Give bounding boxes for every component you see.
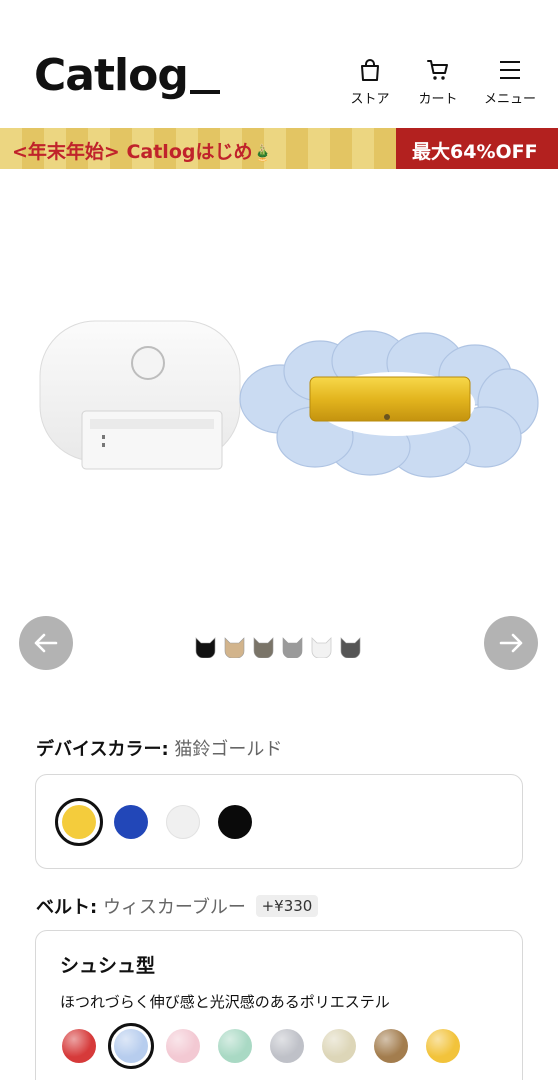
product-image <box>39 320 539 478</box>
device-color-swatch-3[interactable] <box>166 805 200 839</box>
belt-color-swatch-6[interactable] <box>322 1029 356 1063</box>
promo-banner[interactable]: <年末年始> Catlogはじめ🎍 最大64%OFF <box>0 128 558 169</box>
carousel-prev-button[interactable] <box>19 616 73 670</box>
store-button[interactable]: ストア <box>338 58 402 110</box>
belt-color-swatch-7[interactable] <box>374 1029 408 1063</box>
promo-text: <年末年始> Catlogはじめ🎍 <box>12 137 272 164</box>
logo-underscore <box>190 90 220 94</box>
device-color-label: デバイスカラー: <box>36 739 169 760</box>
cat-dot-3[interactable] <box>253 636 274 658</box>
cat-dot-6[interactable] <box>340 636 361 658</box>
belt-color-swatch-3[interactable] <box>166 1029 200 1063</box>
arrow-right-icon <box>499 633 523 653</box>
belt-value: ウィスカーブルー <box>102 897 246 918</box>
arrow-left-icon <box>34 633 58 653</box>
kadomatsu-icon: 🎍 <box>252 143 273 162</box>
belt-type-title: シュシュ型 <box>60 955 156 977</box>
promo-sale-text: 最大64%OFF <box>412 141 538 163</box>
belt-type-card[interactable]: シュシュ型 ほつれづらく伸び感と光沢感のあるポリエステル <box>35 930 523 1080</box>
cat-dot-5[interactable] <box>311 636 332 658</box>
belt-color-swatch-8[interactable] <box>426 1029 460 1063</box>
cat-dot-4[interactable] <box>282 636 303 658</box>
device-color-value: 猫鈴ゴールド <box>174 739 283 760</box>
promo-left-panel: <年末年始> Catlogはじめ🎍 <box>0 128 396 169</box>
belt-label: ベルト: <box>36 897 98 918</box>
product-gallery <box>0 169 558 679</box>
cart-icon <box>427 60 448 80</box>
store-label: ストア <box>350 92 390 107</box>
hamburger-menu-icon <box>500 61 520 79</box>
belt-color-swatch-4[interactable] <box>218 1029 252 1063</box>
device-color-card <box>35 774 523 869</box>
cart-button[interactable]: カート <box>406 58 470 110</box>
device-color-label-row: デバイスカラー: 猫鈴ゴールド <box>36 735 282 761</box>
promo-title: <年末年始> Catlogはじめ <box>12 141 253 163</box>
catlog-logo[interactable]: Catlog <box>34 50 189 102</box>
belt-color-swatch-5[interactable] <box>270 1029 304 1063</box>
carousel-indicators <box>195 636 361 660</box>
belt-color-swatch-1[interactable] <box>62 1029 96 1063</box>
menu-button[interactable]: メニュー <box>478 58 542 110</box>
belt-color-swatch-2[interactable] <box>114 1029 148 1063</box>
belt-type-description: ほつれづらく伸び感と光沢感のあるポリエステル <box>60 993 390 1011</box>
cat-dot-1[interactable] <box>195 636 216 658</box>
header: Catlog ストア カート メニュー <box>0 0 558 128</box>
device-color-swatch-1[interactable] <box>62 805 96 839</box>
shopping-bag-icon <box>361 59 379 81</box>
belt-label-row: ベルト: ウィスカーブルー +¥330 <box>36 893 319 919</box>
cart-label: カート <box>418 92 458 107</box>
device-color-swatch-2[interactable] <box>114 805 148 839</box>
menu-label: メニュー <box>483 92 536 107</box>
cat-dot-2[interactable] <box>224 636 245 658</box>
promo-sale-panel: 最大64%OFF <box>396 128 558 169</box>
belt-price-badge: +¥330 <box>255 895 319 917</box>
carousel-next-button[interactable] <box>484 616 538 670</box>
device-color-swatch-4[interactable] <box>218 805 252 839</box>
